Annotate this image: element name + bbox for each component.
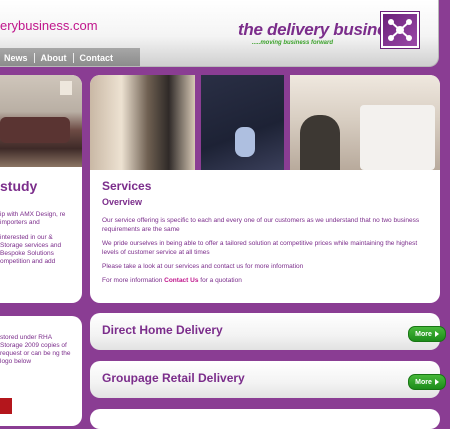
- photo-strip: [90, 75, 440, 170]
- services-paragraph: For more information Contact Us for a qu…: [102, 276, 422, 285]
- case-study-paragraph: interested in our & Storage services and…: [0, 234, 62, 265]
- glove-shape: [235, 127, 256, 157]
- site-url: erybusiness.com: [0, 18, 98, 33]
- more-label: More: [415, 378, 432, 386]
- photo-delivery-2: [201, 75, 285, 170]
- direct-home-delivery-bar[interactable]: Direct Home Delivery More: [90, 313, 446, 350]
- groupage-retail-delivery-bar[interactable]: Groupage Retail Delivery More: [90, 361, 446, 398]
- services-paragraph: We pride ourselves in being able to offe…: [102, 240, 418, 256]
- overview-title: Overview: [102, 197, 143, 207]
- more-label: More: [415, 330, 432, 338]
- case-study-photo: [0, 75, 82, 167]
- case-study-text: ip with AMX Design, re importers and int…: [0, 211, 76, 273]
- case-study-heading: study: [0, 178, 38, 194]
- appliance-shape: [360, 105, 436, 170]
- nav-contact[interactable]: Contact: [74, 53, 120, 63]
- bar-title: Direct Home Delivery: [102, 323, 223, 337]
- next-service-bar[interactable]: [90, 409, 440, 429]
- services-card: Services Overview Our service offering i…: [90, 75, 440, 303]
- services-text: Our service offering is specific to each…: [102, 216, 422, 290]
- bar-title: Groupage Retail Delivery: [102, 371, 245, 385]
- nav-news[interactable]: News: [0, 53, 34, 63]
- services-paragraph: Please take a look at our services and c…: [102, 263, 304, 270]
- accreditation-text: stored under RHA Storage 2009 copies of …: [0, 334, 71, 365]
- logo-network-icon[interactable]: [381, 12, 419, 48]
- nav-about[interactable]: About: [35, 53, 73, 63]
- sofa-shape: [0, 117, 70, 143]
- contact-suffix: for a quotation: [198, 277, 242, 284]
- lamp-shape: [60, 81, 72, 95]
- more-button[interactable]: More: [408, 326, 446, 342]
- person-shape: [300, 115, 341, 170]
- contact-us-link[interactable]: Contact Us: [164, 277, 198, 284]
- photo-delivery-1: [90, 75, 196, 170]
- accreditation-card: [0, 316, 82, 426]
- nav-separator: [72, 53, 74, 63]
- nav-separator: [33, 53, 35, 63]
- main-nav: News About Contact: [0, 50, 119, 66]
- more-button[interactable]: More: [408, 374, 446, 390]
- arrow-right-icon: [434, 379, 439, 385]
- logo-text[interactable]: the delivery business: [238, 20, 405, 40]
- case-study-paragraph: ip with AMX Design, re importers and: [0, 211, 66, 226]
- logo-tagline: .....moving business forward: [252, 40, 334, 46]
- site-header: erybusiness.com News About Contact the d…: [0, 0, 439, 67]
- network-icon: [388, 19, 412, 41]
- contact-prefix: For more information: [102, 277, 165, 284]
- arrow-right-icon: [434, 331, 439, 337]
- photo-delivery-3: [290, 75, 440, 170]
- services-paragraph: Our service offering is specific to each…: [102, 217, 420, 233]
- accreditation-logo[interactable]: [0, 398, 12, 414]
- services-title: Services: [102, 179, 152, 193]
